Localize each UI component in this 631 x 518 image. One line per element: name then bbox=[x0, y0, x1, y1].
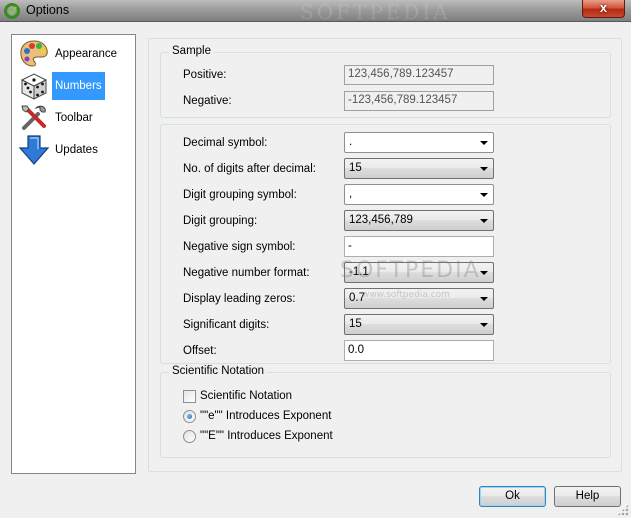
titlebar-watermark: SOFTPEDIA bbox=[300, 0, 451, 24]
negative-number-format-label: Negative number format: bbox=[183, 267, 310, 279]
options-window: SOFTPEDIA Options x Appearance Numbers T… bbox=[0, 0, 631, 518]
negative-sign-symbol-label: Negative sign symbol: bbox=[183, 241, 296, 253]
uppercase-e-radio[interactable] bbox=[183, 430, 196, 443]
sample-group-title: Sample bbox=[169, 45, 214, 57]
app-icon bbox=[4, 3, 20, 19]
decimal-symbol-label: Decimal symbol: bbox=[183, 137, 268, 149]
close-button[interactable]: x bbox=[582, 0, 625, 18]
digit-grouping-combo[interactable]: 123,456,789 bbox=[344, 210, 494, 231]
sidebar-item-toolbar[interactable]: Toolbar bbox=[18, 102, 130, 134]
chevron-down-icon bbox=[480, 271, 488, 275]
positive-label: Positive: bbox=[183, 69, 227, 81]
chevron-down-icon bbox=[480, 193, 488, 197]
combo-value: , bbox=[349, 188, 353, 200]
combo-value: 15 bbox=[349, 318, 362, 330]
negative-number-format-combo[interactable]: -1.1 bbox=[344, 262, 494, 283]
ok-button[interactable]: Ok bbox=[479, 486, 546, 507]
sidebar-item-label: Toolbar bbox=[55, 112, 93, 124]
category-list: Appearance Numbers Toolbar Updates bbox=[11, 34, 136, 474]
combo-value: 15 bbox=[349, 162, 362, 174]
chevron-down-icon bbox=[480, 219, 488, 223]
positive-sample-field: 123,456,789.123457 bbox=[344, 65, 494, 85]
title-bar[interactable]: SOFTPEDIA Options x bbox=[0, 0, 631, 24]
scientific-notation-checkbox[interactable] bbox=[183, 390, 196, 403]
scientific-notation-checkbox-label[interactable]: Scientific Notation bbox=[200, 390, 292, 402]
combo-value: 123,456,789 bbox=[349, 214, 413, 226]
sidebar-item-numbers[interactable]: Numbers bbox=[18, 70, 130, 102]
display-leading-zeros-label: Display leading zeros: bbox=[183, 293, 296, 305]
tools-icon bbox=[21, 105, 46, 130]
negative-label: Negative: bbox=[183, 95, 232, 107]
close-icon: x bbox=[599, 0, 608, 15]
dice-icon bbox=[20, 73, 48, 100]
window-title: Options bbox=[26, 3, 70, 17]
significant-digits-label: Significant digits: bbox=[183, 319, 270, 331]
negative-sign-input[interactable]: - bbox=[344, 236, 494, 257]
palette-icon bbox=[20, 40, 48, 67]
digit-grouping-symbol-label: Digit grouping symbol: bbox=[183, 189, 297, 201]
chevron-down-icon bbox=[480, 323, 488, 327]
scientific-group-title: Scientific Notation bbox=[169, 365, 268, 377]
display-leading-zeros-combo[interactable]: 0.7 bbox=[344, 288, 494, 309]
offset-label: Offset: bbox=[183, 345, 217, 357]
numbers-settings-panel: Sample Positive: 123,456,789.123457 Nega… bbox=[148, 38, 622, 472]
lowercase-e-radio-label[interactable]: ""e"" Introduces Exponent bbox=[200, 410, 331, 422]
uppercase-e-radio-label[interactable]: ""E"" Introduces Exponent bbox=[200, 430, 333, 442]
negative-sample-field: -123,456,789.123457 bbox=[344, 91, 494, 111]
digits-after-decimal-combo[interactable]: 15 bbox=[344, 158, 494, 179]
scientific-notation-group: Scientific Notation Scientific Notation … bbox=[160, 365, 611, 458]
combo-value: 0.7 bbox=[349, 292, 365, 304]
combo-value: . bbox=[349, 136, 353, 148]
download-arrow-icon bbox=[18, 135, 50, 165]
sidebar-item-label: Numbers bbox=[52, 72, 105, 100]
digit-grouping-symbol-combo[interactable]: , bbox=[344, 184, 494, 205]
sample-group: Sample Positive: 123,456,789.123457 Nega… bbox=[160, 45, 611, 118]
format-settings-group: Decimal symbol: . No. of digits after de… bbox=[160, 124, 611, 364]
chevron-down-icon bbox=[480, 167, 488, 171]
significant-digits-combo[interactable]: 15 bbox=[344, 314, 494, 335]
decimal-symbol-combo[interactable]: . bbox=[344, 132, 494, 153]
digits-after-decimal-label: No. of digits after decimal: bbox=[183, 163, 316, 175]
chevron-down-icon bbox=[480, 297, 488, 301]
digit-grouping-label: Digit grouping: bbox=[183, 215, 258, 227]
sidebar-item-appearance[interactable]: Appearance bbox=[18, 38, 130, 70]
lowercase-e-radio[interactable] bbox=[183, 410, 196, 423]
sidebar-item-updates[interactable]: Updates bbox=[18, 134, 130, 166]
sidebar-item-label: Updates bbox=[55, 144, 98, 156]
sidebar-item-label: Appearance bbox=[55, 48, 118, 60]
chevron-down-icon bbox=[480, 141, 488, 145]
combo-value: -1.1 bbox=[349, 266, 369, 278]
help-button[interactable]: Help bbox=[554, 486, 621, 507]
offset-input[interactable]: 0.0 bbox=[344, 340, 494, 361]
